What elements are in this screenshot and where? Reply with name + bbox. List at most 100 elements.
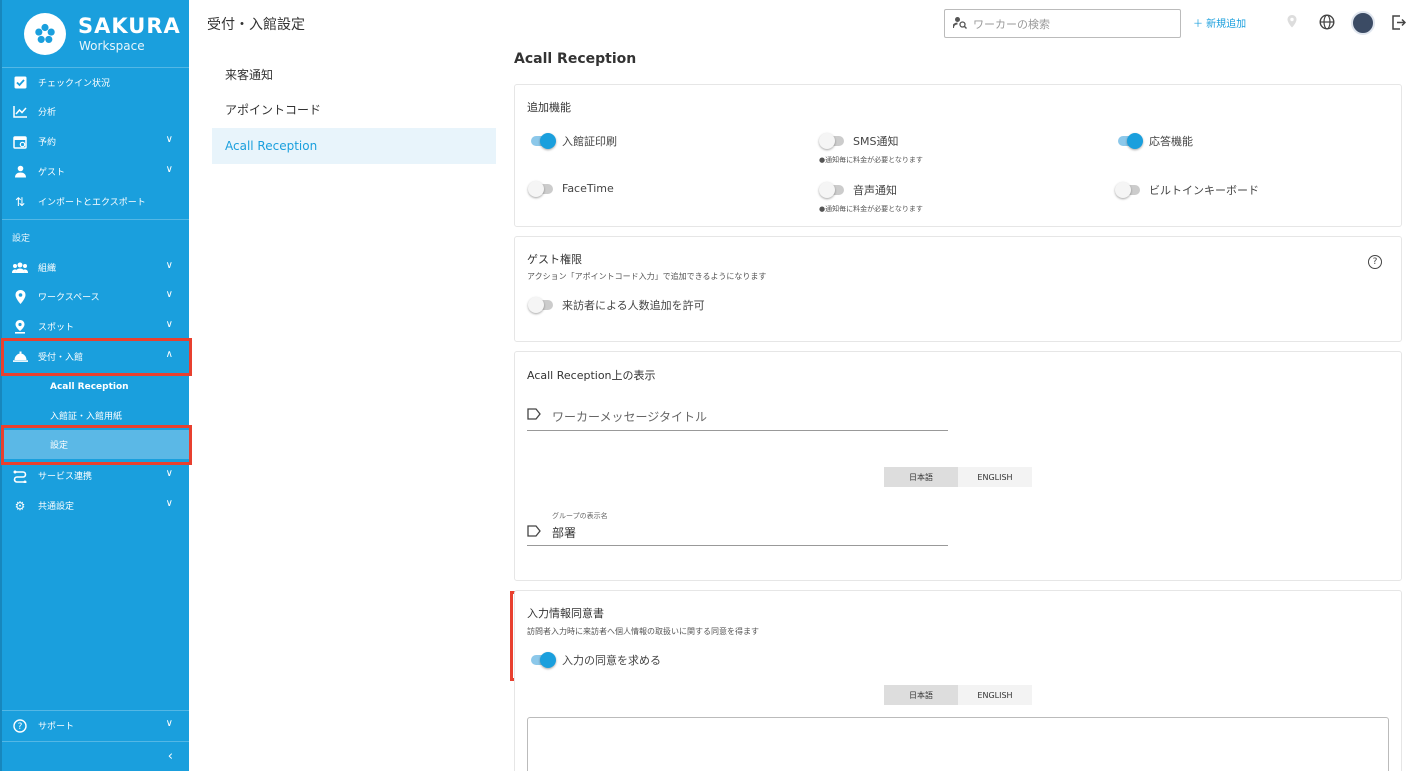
- toggle-label: 応答機能: [1149, 135, 1193, 148]
- sidebar-item-spot[interactable]: スポット ∨: [2, 312, 189, 341]
- tab-acall-reception[interactable]: Acall Reception: [212, 128, 496, 164]
- chevron-left-icon: ‹: [167, 749, 173, 764]
- sidebar-subitem-settings[interactable]: 設定: [2, 430, 189, 459]
- checkbox-icon: [12, 75, 28, 91]
- chevron-down-icon: ∨: [165, 498, 173, 509]
- tab-english[interactable]: ENGLISH: [958, 685, 1032, 705]
- cogs-icon: ⚙: [14, 498, 26, 513]
- chevron-down-icon: ∨: [165, 260, 173, 271]
- section-label-settings: 設定: [12, 234, 31, 244]
- tab-appointment-code[interactable]: アポイントコード: [212, 91, 496, 127]
- page-title: 受付・入館設定: [207, 17, 305, 33]
- worker-message-title-field[interactable]: ワーカーメッセージタイトル: [527, 402, 948, 431]
- tab-japanese[interactable]: 日本語: [884, 685, 958, 705]
- sidebar-item-label: 受付・入館: [38, 353, 84, 363]
- sidebar-collapse-button[interactable]: ‹: [2, 743, 189, 771]
- consent-text-area[interactable]: [527, 717, 1389, 771]
- help-circle-icon: ?: [12, 718, 28, 734]
- calendar-icon: [12, 134, 28, 150]
- integration-icon: [12, 468, 28, 484]
- chevron-down-icon: ∨: [165, 468, 173, 479]
- sidebar-item-label: サービス連携: [38, 472, 93, 482]
- divider: [2, 219, 189, 220]
- fee-note: ●通知毎に料金が必要となります: [819, 156, 923, 164]
- sakura-logo-icon: [24, 12, 66, 55]
- sidebar-item-guest[interactable]: ゲスト ∨: [2, 157, 189, 186]
- card-display-settings: Acall Reception上の表示: [514, 351, 1402, 581]
- tab-visitor-notification[interactable]: 来客通知: [212, 56, 496, 92]
- toggle-label: 入力の同意を求める: [562, 654, 661, 667]
- sidebar-item-integration[interactable]: サービス連携 ∨: [2, 461, 189, 490]
- toggle-sms-notification[interactable]: SMS通知: [819, 133, 898, 149]
- language-tabs: 日本語 ENGLISH: [884, 467, 1032, 487]
- reception-bell-icon: [12, 349, 28, 365]
- toggle-label: ビルトインキーボード: [1149, 184, 1259, 197]
- label-tag-icon: [527, 525, 541, 540]
- toggle-label: 入館証印刷: [562, 135, 617, 148]
- sidebar-item-reception[interactable]: 受付・入館 ∧: [2, 342, 189, 371]
- logout-icon[interactable]: [1388, 12, 1408, 32]
- toggle-label: 音声通知: [853, 184, 897, 197]
- brand[interactable]: SAKURA Workspace: [2, 0, 189, 68]
- sidebar-item-checkin[interactable]: チェックイン状況: [2, 68, 189, 97]
- sidebar-item-label: 共通設定: [38, 502, 75, 512]
- field-value: 部署: [552, 526, 577, 540]
- card-desc: 訪問者入力時に来訪者へ個人情報の取扱いに関する同意を得ます: [527, 627, 759, 636]
- add-new-button[interactable]: ＋ 新規追加: [1193, 15, 1246, 30]
- sidebar-item-label: 組織: [38, 264, 57, 274]
- sidebar-item-label: 予約: [38, 138, 57, 148]
- location-icon[interactable]: [1282, 12, 1302, 32]
- toggle-label: FaceTime: [562, 182, 614, 195]
- brand-name: SAKURA: [78, 13, 181, 38]
- toggle-require-consent[interactable]: 入力の同意を求める: [531, 652, 661, 668]
- tab-japanese[interactable]: 日本語: [884, 467, 958, 487]
- card-title: 追加機能: [527, 101, 571, 114]
- language-tabs: 日本語 ENGLISH: [884, 685, 1032, 705]
- sidebar-item-workspace[interactable]: ワークスペース ∨: [2, 282, 189, 311]
- toggle-badge-print[interactable]: 入館証印刷: [531, 133, 617, 149]
- card-desc: アクション「アポイントコード入力」で追加できるようになります: [527, 272, 767, 281]
- sidebar-subitem-label: Acall Reception: [50, 381, 129, 392]
- toggle-allow-add-guests[interactable]: 来訪者による人数追加を許可: [528, 297, 705, 313]
- sidebar-subitem-badge[interactable]: 入館証・入館用紙: [2, 401, 189, 430]
- field-label: グループの表示名: [552, 512, 608, 520]
- tab-english[interactable]: ENGLISH: [958, 467, 1032, 487]
- chevron-up-icon: ∧: [165, 349, 173, 360]
- sidebar-item-analytics[interactable]: 分析: [2, 97, 189, 126]
- label-tag-icon: [527, 408, 541, 423]
- card-guest-permission: ゲスト権限 アクション「アポイントコード入力」で追加できるようになります ?: [514, 236, 1402, 342]
- sidebar-item-common-settings[interactable]: ⚙ 共通設定 ∨: [2, 491, 189, 520]
- toggle-facetime[interactable]: FaceTime: [528, 180, 614, 197]
- chevron-down-icon: ∨: [165, 164, 173, 175]
- chevron-down-icon: ∨: [165, 718, 173, 729]
- sidebar-item-label: サポート: [38, 722, 75, 732]
- sidebar-subitem-label: 入館証・入館用紙: [50, 412, 123, 422]
- guest-icon: [12, 164, 28, 180]
- avatar[interactable]: [1350, 10, 1376, 36]
- sidebar-item-label: チェックイン状況: [38, 79, 111, 89]
- globe-icon[interactable]: [1317, 12, 1337, 32]
- help-icon[interactable]: ?: [1368, 255, 1382, 269]
- toggle-builtin-keyboard[interactable]: ビルトインキーボード: [1115, 182, 1259, 198]
- sidebar-subitem-acall-reception[interactable]: Acall Reception: [2, 372, 189, 401]
- sidebar-item-support[interactable]: ? サポート ∨: [2, 711, 189, 740]
- fee-note: ●通知毎に料金が必要となります: [819, 205, 923, 213]
- toggle-response[interactable]: 応答機能: [1118, 133, 1193, 149]
- chevron-down-icon: ∨: [165, 134, 173, 145]
- brand-sub: Workspace: [79, 38, 145, 53]
- chevron-down-icon: ∨: [165, 319, 173, 330]
- section-title: Acall Reception: [514, 51, 637, 67]
- sidebar-item-label: 分析: [38, 108, 57, 118]
- sidebar-item-organization[interactable]: 組織 ∨: [2, 253, 189, 282]
- sidebar-item-reservation[interactable]: 予約 ∨: [2, 127, 189, 156]
- group-display-name-field[interactable]: グループの表示名 部署: [527, 509, 948, 546]
- search-input[interactable]: ワーカーの検索: [944, 9, 1181, 38]
- toggle-label: 来訪者による人数追加を許可: [562, 299, 705, 312]
- search-user-icon: [952, 16, 967, 32]
- toggle-voice-notification[interactable]: 音声通知: [819, 182, 897, 198]
- people-icon: [12, 260, 28, 276]
- pin-icon: [12, 289, 28, 305]
- card-title: ゲスト権限: [527, 253, 582, 266]
- sidebar-item-import-export[interactable]: ⇅ インポートとエクスポート: [2, 187, 189, 216]
- card-title: Acall Reception上の表示: [527, 369, 656, 382]
